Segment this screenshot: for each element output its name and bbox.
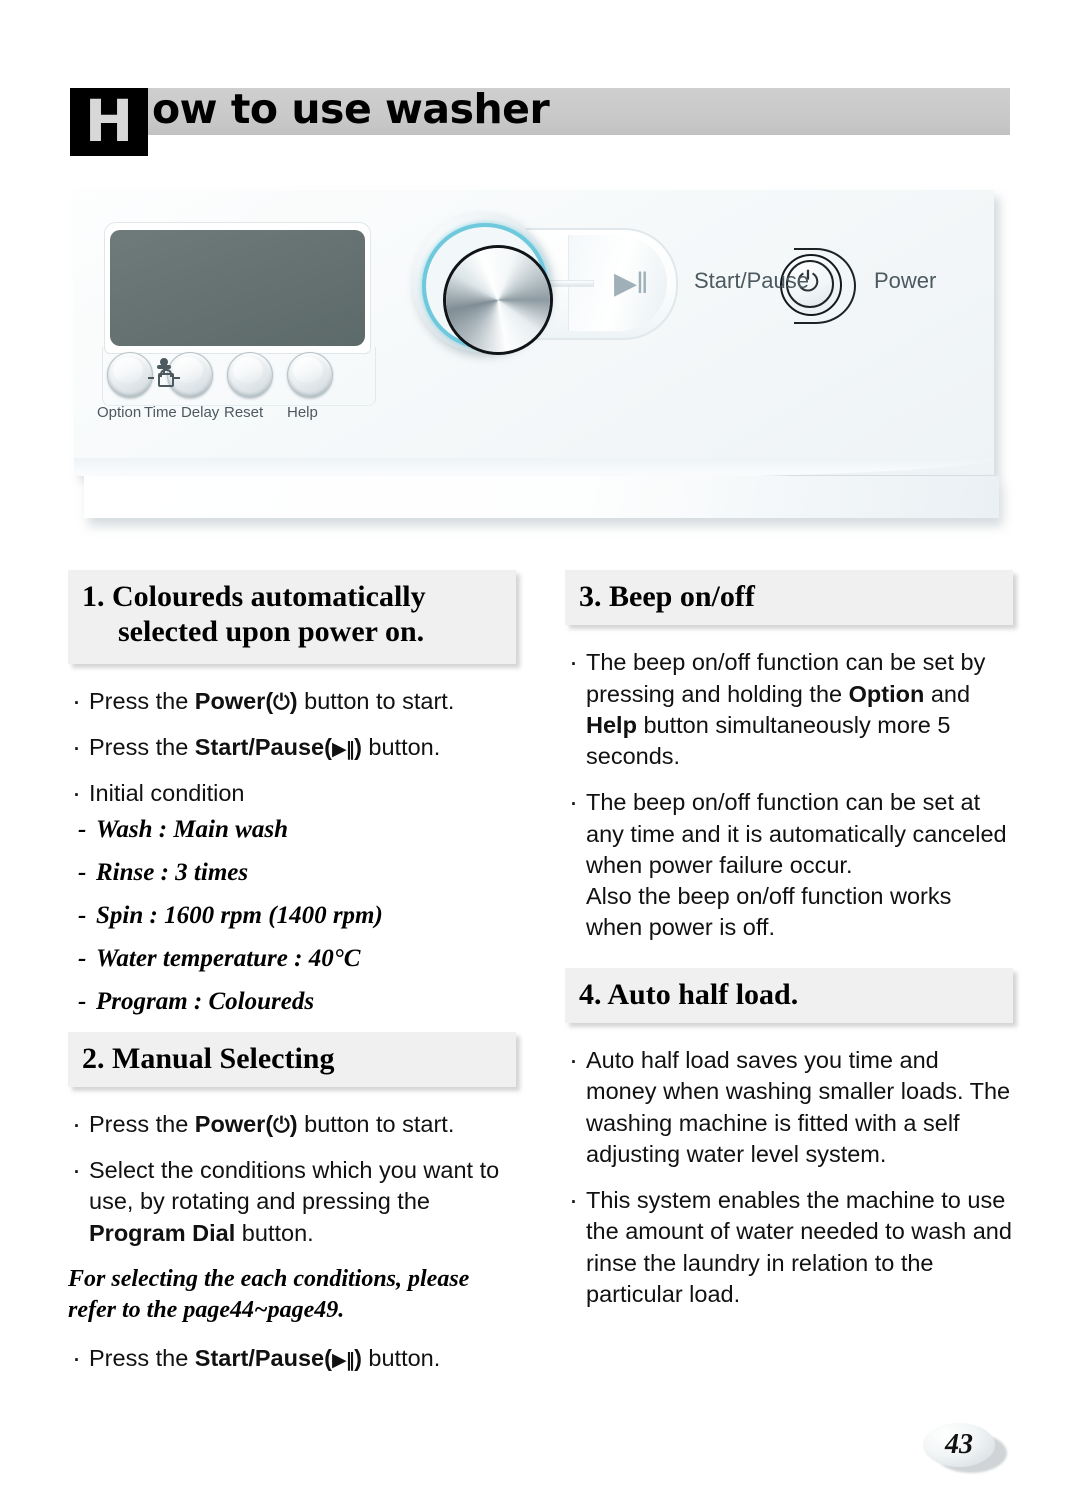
washer-control-panel-diagram: Option Time Delay Reset Help ▶‖ ⏻ Start/…	[74, 190, 1004, 535]
s2-b3-paren-open: (	[324, 1345, 332, 1372]
initial-condition-list: Wash : Main wash Rinse : 3 times Spin : …	[68, 817, 516, 1014]
s3-b1-post: button simultaneously more 5 seconds.	[586, 711, 951, 770]
section-4-number: 4.	[579, 977, 602, 1011]
header-dropcap: H	[70, 88, 148, 156]
program-dial[interactable]	[412, 212, 553, 355]
page-number: 43	[945, 1429, 973, 1460]
s2-b1-post: button to start.	[297, 1110, 455, 1137]
reset-button-label: Reset	[224, 404, 264, 421]
list-item: Wash : Main wash	[68, 817, 516, 842]
panel-base-strip	[84, 476, 999, 518]
panel-body: Option Time Delay Reset Help ▶‖ ⏻ Start/…	[74, 190, 994, 480]
s3-b1-mid: and	[924, 680, 971, 707]
option-button-label: Option	[97, 404, 142, 421]
dial-led-ring	[422, 223, 553, 355]
s1-b2-post: button.	[361, 734, 441, 761]
child-lock-icon	[148, 358, 180, 388]
page-header: ow to use washer H	[70, 85, 1010, 156]
dial-metal-face	[446, 248, 550, 352]
s2-bullet-select-conditions: Select the conditions which you want to …	[68, 1153, 516, 1249]
s1-bullet-initial-condition: Initial condition	[68, 776, 516, 812]
s1-b2-bold: Start/Pause	[194, 734, 325, 761]
s1-bullet-startpause: Press the Start/Pause(▶‖) button.	[68, 730, 516, 766]
time-delay-button-label: Time Delay	[144, 404, 220, 421]
section-1-title-line1: Coloureds automatically	[112, 580, 426, 613]
s1-b2-pre: Press the	[89, 734, 195, 761]
power-icon-inline: ⏻	[273, 1112, 290, 1137]
list-item: Water temperature : 40°C	[68, 946, 516, 971]
s3-b1-bold-help: Help	[586, 711, 637, 738]
s2-bullet-startpause: Press the Start/Pause(▶‖) button.	[68, 1341, 516, 1377]
play-pause-icon: ▶‖	[614, 267, 648, 300]
s2-b1-pre: Press the	[89, 1110, 195, 1137]
s1-b1-post: button to start.	[297, 687, 455, 714]
s3-b2-line1: The beep on/off function can be set at a…	[586, 789, 1007, 878]
reset-button[interactable]	[227, 352, 273, 398]
s1-b2-paren-close: )	[354, 734, 362, 761]
s3-b1-bold-option: Option	[848, 680, 925, 707]
section-3-title: Beep on/off	[609, 580, 755, 613]
s4-bullet-saves-time: Auto half load saves you time and money …	[565, 1043, 1013, 1170]
section-1-number: 1.	[82, 580, 105, 613]
s2-b2-bold: Program Dial	[89, 1219, 236, 1246]
section-4-title: Auto half load.	[607, 977, 799, 1011]
section-3-heading: 3. Beep on/off	[565, 570, 1013, 626]
s2-b1-bold: Power	[194, 1110, 266, 1137]
list-item: Rinse : 3 times	[68, 860, 516, 885]
s2-b2-pre: Select the conditions which you want to …	[89, 1157, 500, 1215]
right-column: 3. Beep on/off The beep on/off function …	[565, 570, 1013, 1325]
section-1-heading: 1. Coloureds automatically selected upon…	[68, 570, 516, 664]
page-title: ow to use washer	[152, 85, 550, 133]
s1-b1-paren-close: )	[289, 687, 298, 714]
s2-b3-pre: Press the	[89, 1345, 195, 1372]
section-2-heading: 2. Manual Selecting	[68, 1031, 516, 1087]
start-pause-label: Start/Pause	[694, 268, 809, 293]
play-pause-icon-inline: ▶‖	[331, 738, 355, 761]
dial-rim	[443, 245, 553, 355]
list-item: Program : Coloureds	[68, 989, 516, 1014]
section-1-title-line2: selected upon power on.	[118, 615, 425, 649]
power-icon-inline: ⏻	[273, 689, 290, 714]
s1-bullet-power: Press the Power(⏻) button to start.	[68, 684, 516, 720]
s2-bullet-power: Press the Power(⏻) button to start.	[68, 1107, 516, 1143]
section-4-heading: 4. Auto half load.	[565, 967, 1013, 1024]
help-button-label: Help	[287, 404, 318, 421]
lcd-display	[110, 230, 365, 346]
s2-reference-note: For selecting the each conditions, pleas…	[68, 1265, 470, 1323]
s1-b1-pre: Press the	[89, 687, 195, 714]
s2-b3-paren-close: )	[354, 1345, 362, 1372]
option-button[interactable]	[107, 352, 153, 398]
power-label: Power	[874, 268, 937, 293]
s2-b1-paren-open: (	[265, 1110, 274, 1137]
help-button[interactable]	[287, 352, 333, 398]
s1-b1-bold: Power	[194, 687, 266, 714]
section-2-title: Manual Selecting	[112, 1041, 335, 1075]
s3-b2-line2: Also the beep on/off function works when…	[586, 883, 952, 941]
s1-b2-paren-open: (	[324, 734, 332, 761]
page-number-badge: 43	[923, 1423, 1007, 1473]
section-3-number: 3.	[579, 580, 602, 613]
s2-b2-post: button.	[235, 1219, 314, 1246]
left-column: 1. Coloureds automatically selected upon…	[68, 570, 516, 1390]
s2-b3-post: button.	[361, 1345, 441, 1372]
section-2-number: 2.	[82, 1041, 105, 1075]
play-pause-icon-inline: ▶‖	[331, 1349, 355, 1372]
s3-bullet-set-beep: The beep on/off function can be set by p…	[565, 645, 1013, 772]
s2-b3-bold: Start/Pause	[194, 1345, 325, 1372]
list-item: Spin : 1600 rpm (1400 rpm)	[68, 903, 516, 928]
s1-b1-paren-open: (	[265, 687, 274, 714]
s2-b1-paren-close: )	[289, 1110, 298, 1137]
s3-bullet-anytime: The beep on/off function can be set at a…	[565, 785, 1013, 943]
s1-initial-condition-label: Initial condition	[89, 780, 245, 807]
s4-bullet-water-amount: This system enables the machine to use t…	[565, 1183, 1013, 1310]
